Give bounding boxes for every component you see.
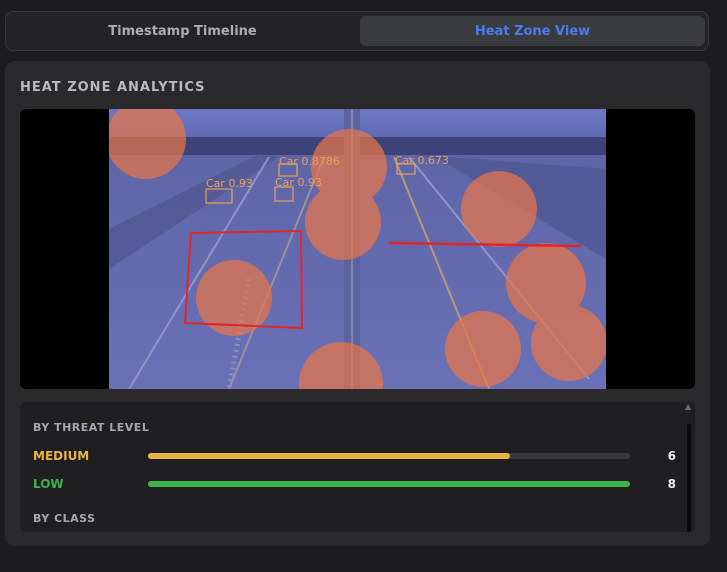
threat-level-count-low: 8 [667, 477, 676, 491]
heat-zone-panel: HEAT ZONE ANALYTICS Car 0.93 Car 0.93 Ca… [5, 61, 710, 546]
scroll-up-arrow-icon[interactable]: ▲ [685, 402, 691, 411]
heat-zone [461, 171, 537, 247]
threat-level-bar-track [148, 453, 630, 459]
threat-level-label-low: LOW [33, 477, 64, 491]
stats-panel: ▲ BY THREAT LEVEL MEDIUM 6 LOW 8 BY CLAS… [20, 402, 695, 532]
panel-title: HEAT ZONE ANALYTICS [20, 80, 206, 95]
threat-level-bar-track [148, 481, 630, 487]
tab-heat-zone-view[interactable]: Heat Zone View [360, 16, 705, 46]
heat-zone [445, 311, 521, 387]
threat-level-label-medium: MEDIUM [33, 449, 90, 463]
threat-level-bar-low [148, 481, 630, 487]
by-class-heading: BY CLASS [33, 512, 96, 525]
stats-scrollbar[interactable] [687, 424, 691, 532]
video-frame: Car 0.93 Car 0.93 Car 0.8786 Car 0.673 [20, 109, 695, 389]
tab-timestamp-timeline[interactable]: Timestamp Timeline [10, 16, 355, 46]
detection-label: Car 0.673 [395, 154, 449, 167]
by-threat-level-heading: BY THREAT LEVEL [33, 421, 150, 434]
detection-label: Car 0.93 [206, 177, 253, 190]
heat-zone-video: Car 0.93 Car 0.93 Car 0.8786 Car 0.673 [109, 109, 606, 389]
detection-label: Car 0.8786 [279, 155, 340, 168]
threat-level-bar-medium [148, 453, 510, 459]
view-tab-bar: Timestamp Timeline Heat Zone View [5, 11, 709, 51]
detection-label: Car 0.93 [275, 176, 322, 189]
threat-level-count-medium: 6 [667, 449, 676, 463]
heat-zone [531, 305, 606, 381]
